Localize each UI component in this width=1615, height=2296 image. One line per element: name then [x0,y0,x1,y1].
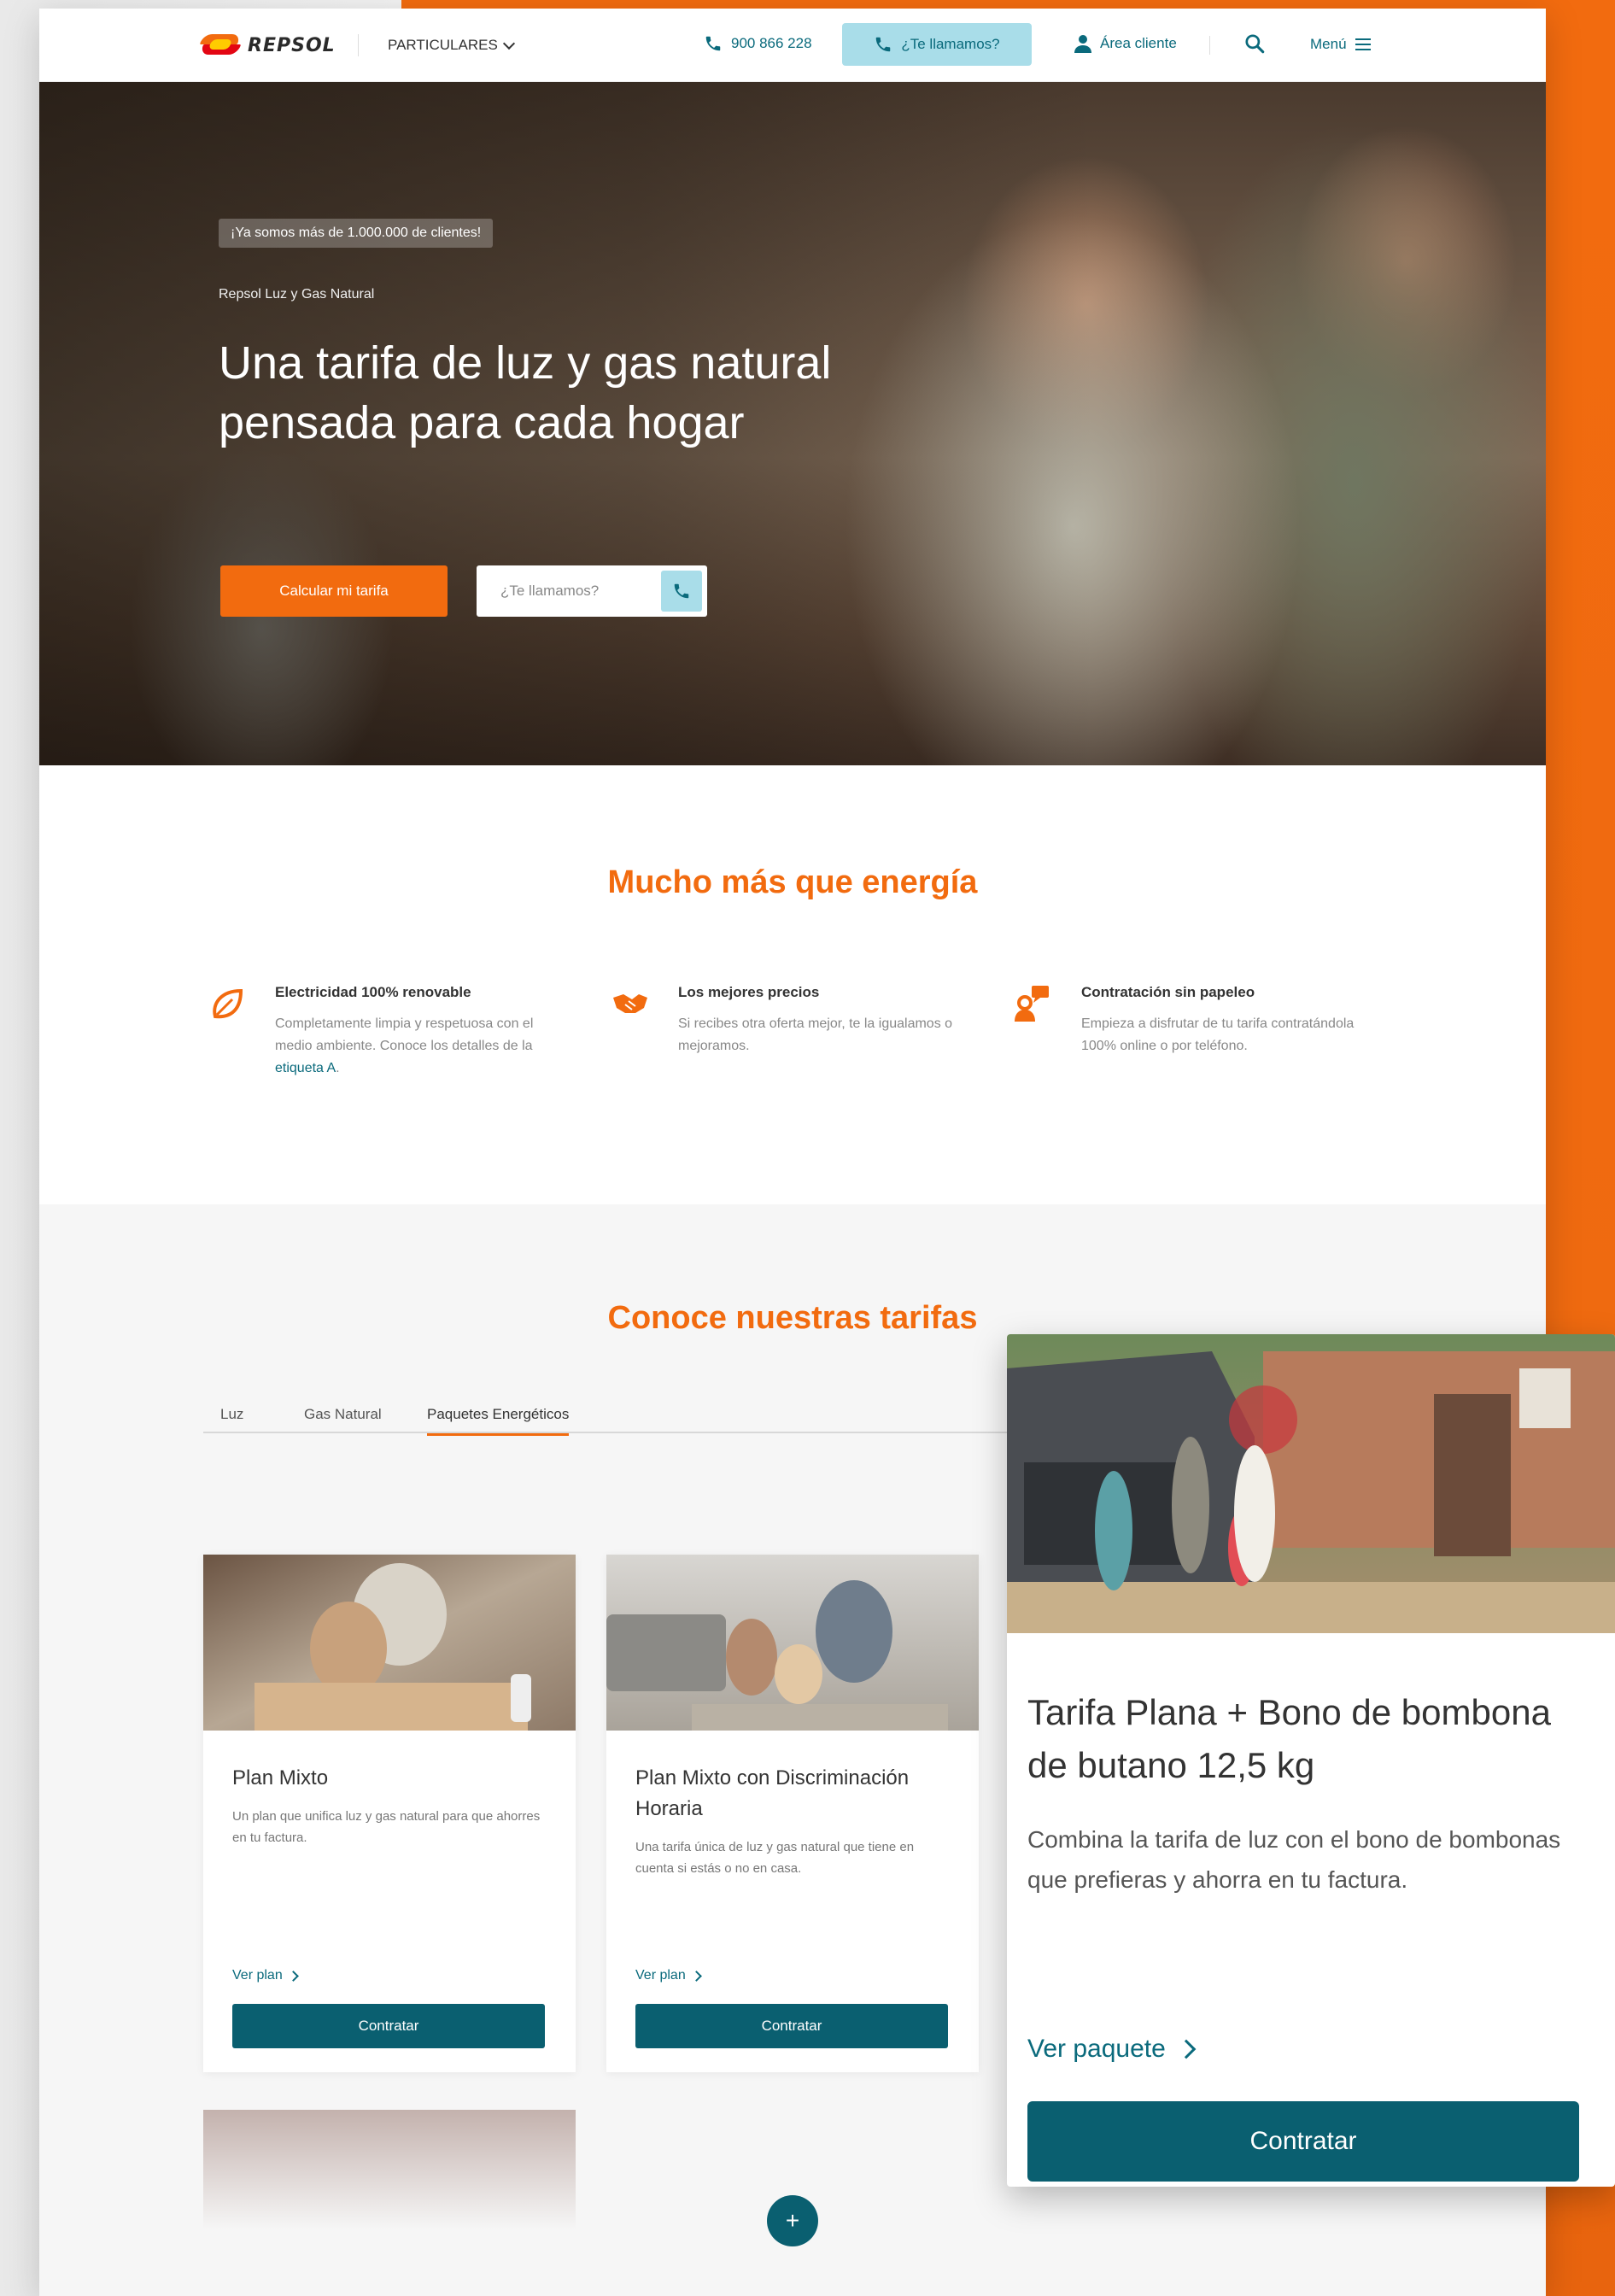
card-image [203,1555,576,1731]
card-title: Plan Mixto con Discriminación Horaria [635,1766,910,1820]
load-more-button[interactable]: + [767,2195,818,2246]
tab-paquetes-energeticos[interactable]: Paquetes Energéticos [427,1406,570,1436]
phone-number: 900 866 228 [731,35,812,51]
header-divider [358,34,359,56]
call-me-placeholder: ¿Te llamamos? [500,583,600,599]
chevron-down-icon [502,37,515,50]
zoom-card-text: Combina la tarifa de luz con el bono de … [1027,1826,1561,1893]
leaf-icon [213,988,243,1019]
card-title: Plan Mixto [232,1766,329,1789]
benefit-title: Electricidad 100% renovable [275,984,471,1000]
ver-plan-link[interactable]: Ver plan [232,1968,299,1983]
contratar-button[interactable]: Contratar [232,2004,545,2048]
chevron-right-icon [287,1970,299,1982]
benefit-text: Si recibes otra oferta mejor, te la igua… [678,1016,953,1053]
benefit-text: Completamente limpia y respetuosa con el… [275,1016,534,1075]
card-image [606,1555,979,1731]
hero-title: Una tarifa de luz y gas natural pensada … [219,337,832,448]
area-cliente-label: Área cliente [1100,35,1177,51]
benefit-text: Empieza a disfrutar de tu tarifa contrat… [1081,1016,1355,1053]
menu-label: Menú [1310,36,1347,52]
call-me-input[interactable]: ¿Te llamamos? [477,565,707,617]
hamburger-icon [1355,38,1371,50]
tab-luz[interactable]: Luz [220,1406,243,1433]
hero-banner: ¡Ya somos más de 1.000.000 de clientes! … [39,82,1546,765]
benefit-title: Contratación sin papeleo [1081,984,1255,1000]
ver-paquete-link[interactable]: Ver paquete [1027,2035,1197,2064]
benefits-title: Mucho más que energía [607,864,978,900]
call-me-label: ¿Te llamamos? [901,36,1000,52]
search-button[interactable] [1243,32,1266,59]
benefit-title: Los mejores precios [678,984,820,1000]
etiqueta-a-link[interactable]: etiqueta A [275,1061,336,1075]
chevron-right-icon [1176,2039,1197,2059]
search-icon [1245,34,1265,54]
tariff-card-plan-mixto: Plan Mixto Un plan que unifica luz y gas… [203,1555,576,2072]
repsol-logo-icon [199,31,242,60]
repsol-logo[interactable]: REPSOL [199,31,336,60]
chevron-right-icon [690,1970,702,1982]
ver-plan-link[interactable]: Ver plan [635,1968,702,1983]
phone-icon [705,36,721,51]
contratar-button[interactable]: Contratar [635,2004,948,2048]
tab-gas-natural[interactable]: Gas Natural [304,1406,382,1433]
phone-icon [876,37,891,52]
calculate-tariff-button[interactable]: Calcular mi tarifa [220,565,448,617]
phone-link[interactable]: 900 866 228 [704,34,812,53]
area-cliente-link[interactable]: Área cliente [1074,34,1177,53]
menu-button[interactable]: Menú [1310,36,1371,53]
hero-eyebrow: Repsol Luz y Gas Natural [219,287,375,302]
zoom-contratar-button[interactable]: Contratar [1027,2101,1579,2182]
card-image [1007,1334,1615,1633]
card-text: Un plan que unifica luz y gas natural pa… [232,1809,541,1845]
call-me-button[interactable]: ¿Te llamamos? [842,23,1032,66]
zoomed-tariff-card: Tarifa Plana + Bono de bombona de butano… [1007,1334,1615,2187]
chat-person-icon [1015,986,1049,1022]
user-icon [1074,35,1091,53]
zoom-card-title: Tarifa Plana + Bono de bombona de butano… [1027,1692,1551,1785]
card-text: Una tarifa única de luz y gas natural qu… [635,1840,915,1876]
clients-badge: ¡Ya somos más de 1.000.000 de clientes! [219,219,494,248]
site-header: REPSOL PARTICULARES 900 866 228 ¿Te llam… [39,9,1546,82]
segment-selector[interactable]: PARTICULARES [388,37,515,54]
tariffs-title: Conoce nuestras tarifas [607,1300,978,1336]
phone-icon [674,583,689,599]
logo-text: REPSOL [248,34,336,56]
tariff-card-plan-mixto-dh: Plan Mixto con Discriminación Horaria Un… [606,1555,979,2072]
tariff-card-partial [203,2110,576,2229]
call-submit-button[interactable] [661,571,702,612]
header-divider [1209,36,1210,55]
segment-label: PARTICULARES [388,37,498,53]
handshake-icon [613,994,647,1013]
